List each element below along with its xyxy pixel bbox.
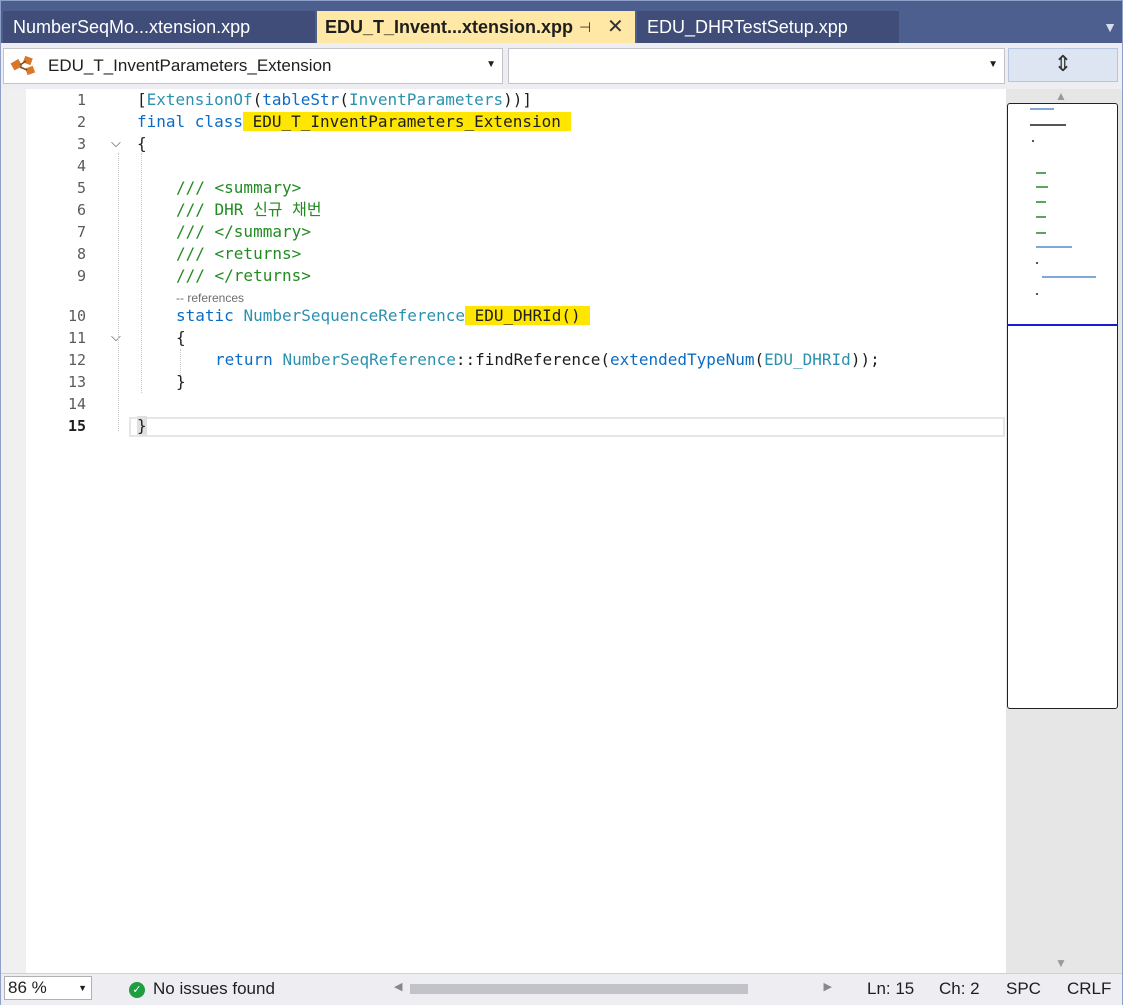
horizontal-scroll-thumb[interactable] [410, 984, 748, 994]
code-editor[interactable]: 1 2 3 4 5 6 7 8 9 10 11 12 13 14 15 ⌵ ⌵ … [1, 89, 1006, 973]
line-number: 7 [76, 223, 86, 241]
tab-numberseq-extension[interactable]: NumberSeqMo...xtension.xpp [3, 11, 315, 43]
line-number-current: 15 [67, 417, 86, 435]
scroll-left-arrow-icon[interactable]: ◀ [394, 980, 402, 993]
line-number: 13 [67, 373, 86, 391]
document-tab-strip: NumberSeqMo...xtension.xpp EDU_T_Invent.… [1, 1, 1122, 43]
minimap-line [1036, 246, 1072, 248]
line-number: 5 [76, 179, 86, 197]
line-number: 1 [76, 91, 86, 109]
chevron-down-icon: ▼ [78, 983, 87, 993]
class-dropdown-value: EDU_T_InventParameters_Extension [48, 56, 332, 75]
class-icon [10, 55, 36, 76]
scroll-down-arrow-icon[interactable]: ▼ [1055, 956, 1067, 970]
minimap-line [1036, 201, 1046, 203]
tab-overflow-dropdown-icon[interactable]: ▼ [1101, 19, 1119, 37]
indent-guide-line [141, 153, 142, 393]
char-indicator[interactable]: Ch: 2 [939, 977, 980, 1001]
class-name-highlight: EDU_T_InventParameters_Extension [252, 112, 561, 131]
pin-icon[interactable]: ⊣ [579, 11, 591, 43]
editor-window: NumberSeqMo...xtension.xpp EDU_T_Invent.… [0, 0, 1123, 1005]
code-line-5: /// <summary> [176, 178, 302, 197]
code-line-10: static NumberSequenceReference EDU_DHRId… [176, 305, 591, 327]
codelens-references-link[interactable]: -- references [176, 291, 244, 305]
code-line-11: { [176, 328, 186, 347]
method-name-highlight: EDU_DHRId() [474, 306, 581, 325]
zoom-dropdown[interactable]: 86 % ▼ [4, 976, 92, 1000]
collapse-chevron-icon[interactable]: ⌵ [111, 135, 121, 151]
minimap-line [1036, 262, 1038, 264]
tab-edu-dhr-test-setup[interactable]: EDU_DHRTestSetup.xpp [637, 11, 899, 43]
line-number: 3 [76, 135, 86, 153]
code-line-2: final class EDU_T_InventParameters_Exten… [137, 111, 571, 133]
code-line-13: } [176, 372, 186, 391]
line-number: 12 [67, 351, 86, 369]
code-line-3: { [137, 134, 147, 153]
tab-label: NumberSeqMo...xtension.xpp [13, 17, 251, 37]
split-view-icon: ⇕ [1053, 51, 1073, 76]
line-number: 11 [67, 329, 86, 347]
tab-label: EDU_T_Invent...xtension.xpp [325, 17, 574, 37]
minimap-line [1032, 140, 1034, 142]
zoom-value: 86 % [8, 978, 47, 997]
code-line-12: return NumberSeqReference::findReference… [215, 350, 880, 369]
line-number: 14 [67, 395, 86, 413]
minimap-line [1036, 172, 1046, 174]
minimap-line [1030, 124, 1066, 126]
tab-edu-t-invent-extension[interactable]: EDU_T_Invent...xtension.xpp ⊣ ✕ [317, 11, 635, 43]
class-dropdown[interactable]: EDU_T_InventParameters_Extension ▼ [3, 48, 503, 84]
code-line-15: } [137, 416, 147, 435]
minimap-line [1036, 186, 1048, 188]
tab-label: EDU_DHRTestSetup.xpp [647, 17, 848, 37]
current-line-highlight [129, 417, 1005, 437]
chevron-down-icon: ▼ [988, 59, 998, 70]
code-line-8: /// <returns> [176, 244, 302, 263]
scroll-up-arrow-icon[interactable]: ▲ [1055, 89, 1067, 103]
line-number: 10 [67, 307, 86, 325]
issues-text: No issues found [153, 979, 275, 998]
split-view-button[interactable]: ⇕ [1008, 48, 1118, 82]
line-number: 8 [76, 245, 86, 263]
line-indicator[interactable]: Ln: 15 [867, 977, 914, 1001]
code-line-1: [ExtensionOf(tableStr(InventParameters))… [137, 90, 532, 109]
whitespace-indicator[interactable]: SPC [1006, 977, 1041, 1001]
minimap-line [1036, 293, 1038, 295]
issues-indicator[interactable]: ✓ No issues found [129, 977, 275, 1001]
fold-guide-line [118, 153, 119, 431]
scroll-right-arrow-icon[interactable]: ▶ [824, 980, 832, 993]
check-circle-icon: ✓ [129, 981, 145, 998]
horizontal-scrollbar[interactable]: ◀ ▶ [394, 980, 832, 996]
minimap-line [1036, 216, 1046, 218]
line-number: 9 [76, 267, 86, 285]
code-line-9: /// </returns> [176, 266, 311, 285]
minimap-line [1036, 232, 1046, 234]
line-number: 6 [76, 201, 86, 219]
collapse-chevron-icon[interactable]: ⌵ [111, 329, 121, 345]
status-bar: 86 % ▼ ✓ No issues found ◀ ▶ Ln: 15 Ch: 2… [1, 973, 1122, 1005]
chevron-down-icon: ▼ [486, 59, 496, 70]
code-line-6: /// DHR 신규 채번 [176, 200, 322, 219]
code-minimap[interactable] [1007, 103, 1118, 709]
line-number: 4 [76, 157, 86, 175]
code-line-7: /// </summary> [176, 222, 311, 241]
minimap-line [1030, 108, 1054, 110]
indicator-margin [1, 89, 26, 973]
navigation-bar: EDU_T_InventParameters_Extension ▼ ▼ ⇕ [1, 43, 1122, 89]
close-icon[interactable]: ✕ [607, 11, 624, 43]
minimap-caret-marker [1007, 324, 1118, 326]
member-dropdown[interactable]: ▼ [508, 48, 1005, 84]
minimap-line [1042, 276, 1096, 278]
line-number: 2 [76, 113, 86, 131]
line-ending-indicator[interactable]: CRLF [1067, 977, 1111, 1001]
